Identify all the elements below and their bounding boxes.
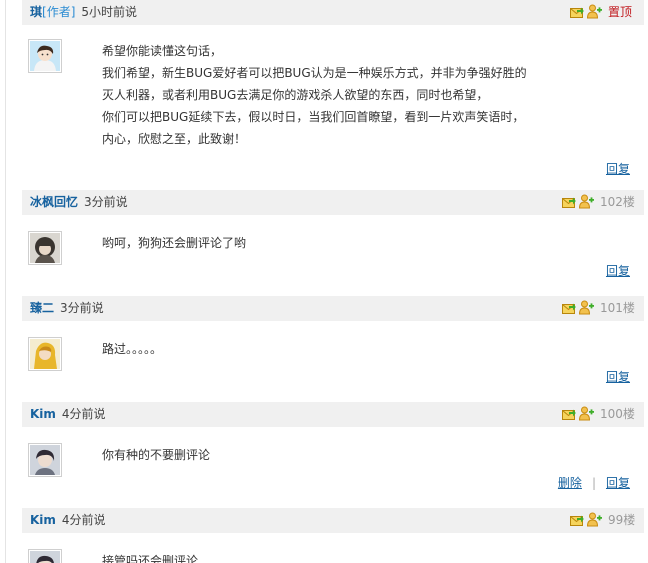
avatar[interactable]: [28, 231, 62, 265]
envelope-forward-icon[interactable]: [570, 514, 584, 526]
comment-text: 你有种的不要删评论: [102, 444, 542, 466]
comment-header: Kim 4分前说 100楼: [22, 402, 644, 427]
author-name[interactable]: 冰枫回忆: [30, 195, 78, 209]
avatar[interactable]: [28, 549, 62, 563]
comment-item: 臻二 3分前说 101楼 路过。。。。。 回复: [22, 296, 644, 402]
add-user-icon[interactable]: [579, 406, 594, 421]
comment-author[interactable]: Kim 4分前说: [30, 402, 106, 427]
add-user-icon[interactable]: [579, 300, 594, 315]
add-user-icon[interactable]: [587, 512, 602, 527]
comment-line: 灭人利器，或者利用BUG去满足你的游戏杀人欲望的东西，同时也希望，: [102, 88, 489, 102]
action-separator: |: [591, 476, 596, 490]
delete-link[interactable]: 删除: [558, 476, 582, 490]
comment-line: 我们希望，新生BUG爱好者可以把BUG认为是一种娱乐方式，并非为争强好胜的: [102, 66, 527, 80]
comment-line: 你有种的不要删评论: [102, 448, 211, 462]
comment-header: 冰枫回忆 3分前说 102楼: [22, 190, 644, 215]
comment-header: 琪[作者] 5小时前说 置顶: [22, 0, 644, 25]
avatar[interactable]: [28, 443, 62, 477]
comment-actions: 删除 | 回复: [558, 474, 630, 491]
avatar[interactable]: [28, 337, 62, 371]
floor-number: 101楼: [600, 301, 635, 315]
comment-line: 内心，欣慰之至，此致谢！: [102, 132, 247, 146]
author-name[interactable]: 臻二: [30, 301, 54, 315]
comment-actions: 回复: [606, 160, 630, 177]
comment-time: 4分前说: [61, 407, 106, 421]
comment-author[interactable]: Kim 4分前说: [30, 508, 106, 533]
add-user-icon[interactable]: [579, 194, 594, 209]
comment-text: 路过。。。。。: [102, 338, 542, 360]
comment-time: 4分前说: [61, 513, 106, 527]
comment-item: Kim 4分前说 100楼 你有种的不要删评论 删除 | 回复: [22, 402, 644, 508]
comment-author[interactable]: 冰枫回忆 3分前说: [30, 190, 128, 215]
comment-author[interactable]: 琪[作者] 5小时前说: [30, 0, 137, 25]
comment-line: 路过。。。。。: [102, 342, 163, 356]
floor-number: 99楼: [608, 513, 636, 527]
comment-time: 3分前说: [84, 195, 128, 209]
comment-tools: 101楼: [562, 296, 635, 321]
comment-item: 冰枫回忆 3分前说 102楼 哟呵，狗狗还会删评论了哟 回复: [22, 190, 644, 296]
reply-link[interactable]: 回复: [606, 264, 630, 278]
comment-header: 臻二 3分前说 101楼: [22, 296, 644, 321]
author-name[interactable]: 琪: [30, 5, 42, 19]
floor-number: 100楼: [600, 407, 635, 421]
comment-header: Kim 4分前说 99楼: [22, 508, 644, 533]
comment-tools: 99楼: [570, 508, 636, 533]
comment-time: 5小时前说: [81, 5, 138, 19]
author-name[interactable]: Kim: [30, 407, 56, 421]
comment-time: 3分前说: [60, 301, 104, 315]
add-user-icon[interactable]: [587, 4, 602, 19]
comment-author[interactable]: 臻二 3分前说: [30, 296, 104, 321]
reply-link[interactable]: 回复: [606, 476, 630, 490]
floor-number: 102楼: [600, 195, 635, 209]
comment-text: 接管吗还会删评论: [102, 550, 542, 563]
comment-text: 哟呵，狗狗还会删评论了哟: [102, 232, 542, 254]
author-name[interactable]: Kim: [30, 513, 56, 527]
comment-line: 接管吗还会删评论: [102, 554, 199, 563]
comment-text: 希望你能读懂这句话， 我们希望，新生BUG爱好者可以把BUG认为是一种娱乐方式，…: [102, 40, 542, 150]
comment-actions: 回复: [606, 368, 630, 385]
envelope-forward-icon[interactable]: [562, 302, 576, 314]
comment-item: 琪[作者] 5小时前说 置顶 希望你能读懂这句话， 我们希望，新生BUG爱好者可以…: [22, 0, 644, 190]
pin-top-link[interactable]: 置顶: [608, 0, 632, 25]
comment-line: 希望你能读懂这句话，: [102, 44, 223, 58]
comment-page: 琪[作者] 5小时前说 置顶 希望你能读懂这句话， 我们希望，新生BUG爱好者可以…: [0, 0, 648, 563]
envelope-forward-icon[interactable]: [562, 196, 576, 208]
comment-tools: 102楼: [562, 190, 635, 215]
comment-line: 哟呵，狗狗还会删评论了哟: [102, 236, 247, 250]
comment-line: 你们可以把BUG延续下去，假以时日，当我们回首瞭望，看到一片欢声笑语时，: [102, 110, 525, 124]
envelope-forward-icon[interactable]: [570, 6, 584, 18]
envelope-forward-icon[interactable]: [562, 408, 576, 420]
comment-item: Kim 4分前说 99楼 接管吗还会删评论: [22, 508, 644, 563]
comment-tools: 100楼: [562, 402, 635, 427]
reply-link[interactable]: 回复: [606, 370, 630, 384]
avatar[interactable]: [28, 39, 62, 73]
comment-tools: 置顶: [570, 0, 634, 25]
author-badge: [作者]: [42, 5, 76, 19]
comment-list: 琪[作者] 5小时前说 置顶 希望你能读懂这句话， 我们希望，新生BUG爱好者可以…: [22, 0, 644, 563]
left-border: [5, 0, 6, 563]
comment-actions: 回复: [606, 262, 630, 279]
reply-link[interactable]: 回复: [606, 162, 630, 176]
